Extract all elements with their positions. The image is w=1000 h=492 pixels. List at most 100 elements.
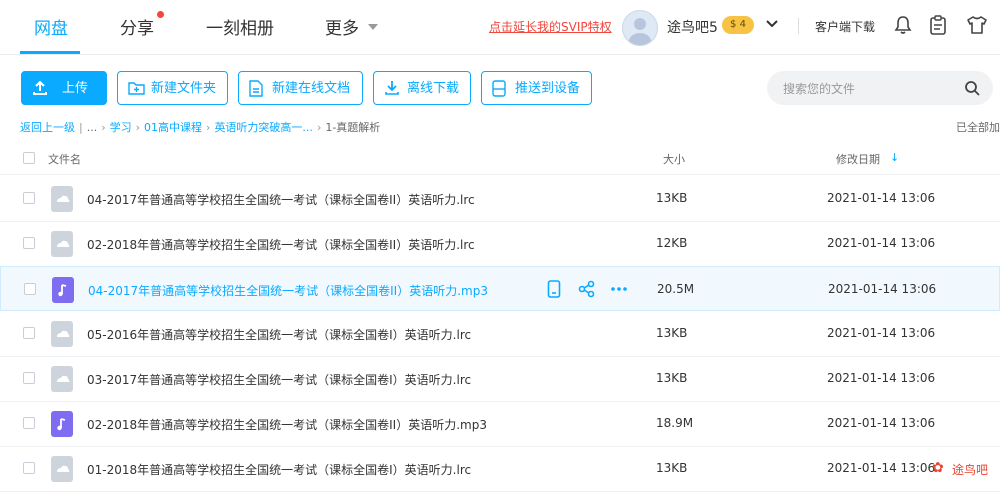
table-row[interactable]: 02-2018年普通高等学校招生全国统一考试（课标全国卷II）英语听力.mp3 … [0, 401, 1000, 447]
file-date: 2021-01-14 13:06 [827, 461, 936, 475]
chevron-down-icon[interactable] [765, 17, 779, 31]
send-to-device-icon[interactable] [547, 280, 561, 298]
notification-dot [157, 11, 164, 18]
file-date: 2021-01-14 13:06 [827, 191, 936, 205]
file-date: 2021-01-14 13:06 [827, 371, 936, 385]
lrc-file-icon [51, 186, 73, 212]
file-size: 18.9M [656, 416, 694, 430]
breadcrumb: 返回上一级 |... › 学习 › 01高中课程 › 英语听力突破高一... › 1-真题解析 [20, 119, 380, 135]
load-status: 已全部加 [956, 121, 1000, 134]
breadcrumb-separator: › [101, 121, 106, 134]
column-header-name[interactable]: 文件名 [48, 151, 81, 167]
watermark-logo: ✿ 途鸟吧 [930, 458, 996, 480]
breadcrumb-back-link[interactable]: 返回上一级 [20, 121, 75, 134]
push-to-device-label: 推送到设备 [515, 81, 581, 96]
file-size: 13KB [656, 191, 688, 205]
table-row[interactable]: 03-2017年普通高等学校招生全国统一考试（课标全国卷I）英语听力.lrc 1… [0, 356, 1000, 402]
breadcrumb-current: 1-真题解析 [325, 121, 381, 134]
new-online-doc-label: 新建在线文档 [272, 81, 351, 96]
document-icon [249, 80, 263, 97]
coin-badge: $ 4 [722, 16, 754, 34]
table-row[interactable]: 04-2017年普通高等学校招生全国统一考试（课标全国卷II）英语听力.mp3 … [0, 266, 1000, 311]
nav-tab-more[interactable]: 更多 [325, 14, 359, 39]
file-name[interactable]: 05-2016年普通高等学校招生全国统一考试（课标全国卷I）英语听力.lrc [87, 326, 471, 343]
client-download-link[interactable]: 客户端下载 [815, 18, 875, 35]
file-name[interactable]: 01-2018年普通高等学校招生全国统一考试（课标全国卷I）英语听力.lrc [87, 461, 471, 478]
select-all-checkbox[interactable] [23, 152, 35, 164]
active-tab-underline [20, 51, 80, 54]
username[interactable]: 途鸟吧5 [667, 17, 718, 37]
breadcrumb-separator: | [79, 121, 83, 134]
avatar[interactable] [622, 10, 658, 46]
nav-tab-album[interactable]: 一刻相册 [206, 14, 274, 39]
push-to-device-button[interactable]: 推送到设备 [481, 71, 592, 105]
breadcrumb-item-study[interactable]: 学习 [110, 121, 132, 134]
breadcrumb-ellipsis[interactable]: ... [87, 121, 98, 134]
row-checkbox[interactable] [23, 237, 35, 249]
file-table-header: 文件名 大小 修改日期 ↓ [0, 144, 1000, 175]
row-checkbox[interactable] [23, 372, 35, 384]
breadcrumb-item-course[interactable]: 01高中课程 [144, 121, 202, 134]
new-folder-label: 新建文件夹 [151, 81, 217, 96]
bird-logo-icon: ✿ [932, 460, 944, 476]
divider [798, 18, 799, 34]
table-row[interactable]: 04-2017年普通高等学校招生全国统一考试（课标全国卷II）英语听力.lrc … [0, 176, 1000, 222]
new-folder-button[interactable]: 新建文件夹 [117, 71, 228, 105]
upload-icon [33, 80, 47, 95]
search-input[interactable] [781, 78, 955, 100]
upload-label: 上传 [62, 81, 89, 96]
file-date: 2021-01-14 13:06 [827, 236, 936, 250]
nav-tab-netdisk[interactable]: 网盘 [34, 14, 68, 39]
nav-tab-share[interactable]: 分享 [120, 14, 154, 39]
audio-file-icon [52, 277, 74, 303]
row-checkbox[interactable] [23, 462, 35, 474]
lrc-file-icon [51, 366, 73, 392]
search-icon[interactable] [964, 80, 980, 96]
file-date: 2021-01-14 13:06 [827, 416, 936, 430]
device-icon [492, 80, 506, 97]
folder-plus-icon [128, 82, 145, 95]
more-options-icon[interactable] [610, 280, 628, 298]
more-dropdown-icon[interactable] [368, 24, 378, 30]
table-row[interactable]: 05-2016年普通高等学校招生全国统一考试（课标全国卷I）英语听力.lrc 1… [0, 311, 1000, 357]
download-icon [385, 81, 399, 95]
sort-arrow-icon[interactable]: ↓ [890, 151, 899, 164]
file-name[interactable]: 02-2018年普通高等学校招生全国统一考试（课标全国卷II）英语听力.mp3 [87, 416, 487, 433]
file-name[interactable]: 04-2017年普通高等学校招生全国统一考试（课标全国卷II）英语听力.lrc [87, 191, 475, 208]
file-size: 13KB [656, 461, 688, 475]
svip-renew-link[interactable]: 点击延长我的SVIP特权 [489, 18, 612, 35]
file-date: 2021-01-14 13:06 [828, 282, 937, 296]
file-name[interactable]: 03-2017年普通高等学校招生全国统一考试（课标全国卷I）英语听力.lrc [87, 371, 471, 388]
lrc-file-icon [51, 321, 73, 347]
file-size: 13KB [656, 371, 688, 385]
row-checkbox[interactable] [24, 283, 36, 295]
clipboard-icon[interactable] [929, 15, 947, 35]
tshirt-icon[interactable] [966, 15, 988, 35]
lrc-file-icon [51, 231, 73, 257]
offline-download-label: 离线下载 [407, 81, 460, 96]
breadcrumb-item-listening[interactable]: 英语听力突破高一... [214, 121, 313, 134]
breadcrumb-separator: › [135, 121, 141, 134]
top-navigation-bar: 网盘 分享 一刻相册 更多 点击延长我的SVIP特权 途鸟吧5 $ 4 客户端下… [0, 0, 1000, 55]
table-row[interactable]: 02-2018年普通高等学校招生全国统一考试（课标全国卷II）英语听力.lrc … [0, 221, 1000, 267]
column-header-size[interactable]: 大小 [663, 151, 685, 167]
user-avatar-icon [629, 18, 651, 45]
upload-button[interactable]: 上传 [21, 71, 107, 105]
row-checkbox[interactable] [23, 417, 35, 429]
file-size: 13KB [656, 326, 688, 340]
column-header-date[interactable]: 修改日期 [836, 151, 880, 167]
offline-download-button[interactable]: 离线下载 [373, 71, 471, 105]
table-row[interactable]: 01-2018年普通高等学校招生全国统一考试（课标全国卷I）英语听力.lrc 1… [0, 446, 1000, 492]
file-name[interactable]: 04-2017年普通高等学校招生全国统一考试（课标全国卷II）英语听力.mp3 [88, 282, 488, 299]
search-box [767, 71, 993, 105]
row-checkbox[interactable] [23, 192, 35, 204]
breadcrumb-separator: › [316, 121, 322, 134]
row-checkbox[interactable] [23, 327, 35, 339]
new-online-doc-button[interactable]: 新建在线文档 [238, 71, 363, 105]
watermark-text: 途鸟吧 [952, 463, 989, 477]
bell-icon[interactable] [894, 15, 912, 35]
lrc-file-icon [51, 456, 73, 482]
file-size: 20.5M [657, 282, 695, 296]
share-icon[interactable] [578, 280, 596, 298]
file-name[interactable]: 02-2018年普通高等学校招生全国统一考试（课标全国卷II）英语听力.lrc [87, 236, 475, 253]
